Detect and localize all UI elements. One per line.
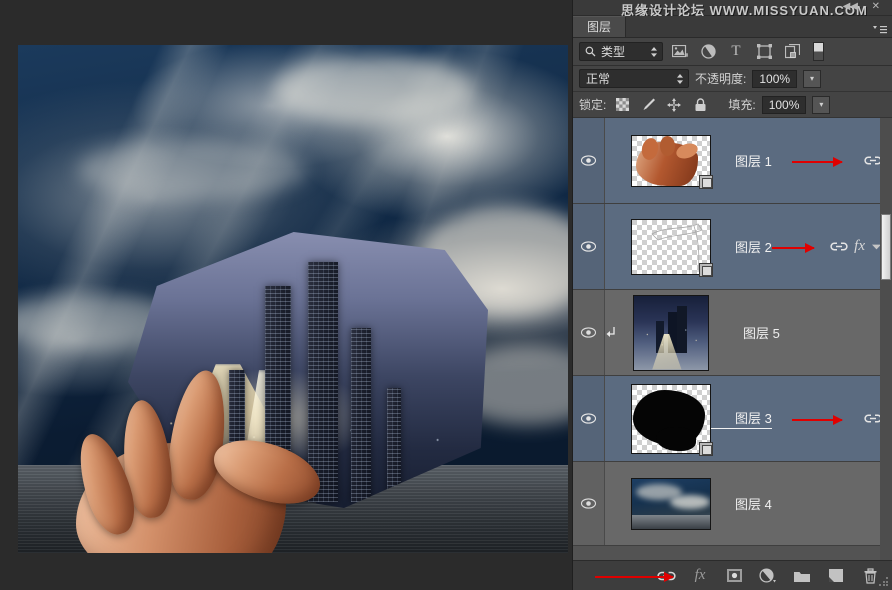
layer-row[interactable]: 图层 5: [573, 290, 892, 376]
fill-label: 填充:: [728, 98, 756, 112]
filter-pixel-icon[interactable]: [669, 42, 691, 62]
filter-adjustment-icon[interactable]: [697, 42, 719, 62]
annotation-arrow: [792, 414, 843, 425]
filter-enable-toggle[interactable]: [813, 42, 824, 61]
panel-titlebar[interactable]: 思缘设计论坛 WWW.MISSYUAN.COM ◀◀ ✕: [573, 0, 892, 18]
updown-stepper-icon[interactable]: [676, 73, 684, 85]
layer-thumbnail[interactable]: [631, 477, 711, 530]
lock-label: 锁定:: [579, 98, 607, 112]
smart-object-badge-icon: [699, 174, 713, 189]
lock-transparent-pixels-icon[interactable]: [612, 96, 632, 114]
layer-visibility-toggle[interactable]: [573, 118, 605, 203]
layers-panel[interactable]: 思缘设计论坛 WWW.MISSYUAN.COM ◀◀ ✕ 图层 类型 T 正常 …: [572, 0, 892, 590]
layer-filter-row[interactable]: 类型 T: [573, 38, 892, 66]
lock-image-pixels-icon[interactable]: [638, 96, 658, 114]
layer-effects-fx-icon[interactable]: fx: [854, 238, 865, 255]
lock-all-icon[interactable]: [690, 96, 710, 114]
layer-thumbnail-wrap[interactable]: [631, 383, 713, 456]
opacity-label: 不透明度:: [695, 72, 747, 86]
hand-foreground: [69, 348, 328, 553]
layer-list-scrollbar[interactable]: [880, 118, 892, 560]
fx-glyph: fx: [694, 567, 706, 583]
layer-thumbnail-wrap[interactable]: [631, 477, 711, 530]
delete-layer-button[interactable]: [860, 566, 880, 586]
opacity-input[interactable]: 100%: [752, 69, 798, 88]
new-layer-button[interactable]: [826, 566, 846, 586]
new-group-button[interactable]: [792, 566, 812, 586]
opacity-dropdown-arrow[interactable]: ▾: [803, 69, 822, 88]
panel-menu-icon[interactable]: [872, 25, 888, 35]
document-artboard[interactable]: [18, 45, 568, 553]
filter-smartobject-icon[interactable]: [781, 42, 803, 62]
smart-object-badge-icon: [699, 262, 713, 277]
blend-mode-row[interactable]: 正常 不透明度: 100% ▾: [573, 66, 892, 92]
layer-visibility-toggle[interactable]: [573, 290, 605, 375]
filter-type-glyph: T: [731, 43, 741, 59]
new-adjustment-layer-button[interactable]: [758, 566, 778, 586]
filter-kind-select[interactable]: 类型: [579, 42, 663, 61]
layer-row[interactable]: 图层 1: [573, 118, 892, 204]
updown-stepper-icon[interactable]: [650, 46, 658, 58]
layer-visibility-toggle[interactable]: [573, 204, 605, 289]
annotation-arrow: [595, 571, 674, 582]
lock-position-icon[interactable]: [664, 96, 684, 114]
layer-name[interactable]: 图层 5: [709, 323, 882, 342]
layer-list[interactable]: 图层 1 图层 2 fx 图层 5 图层 3 图层 4: [573, 118, 892, 560]
clipping-mask-arrow-icon: [605, 326, 627, 340]
panel-resize-grip[interactable]: [878, 576, 890, 588]
layer-name[interactable]: 图层 3: [711, 408, 772, 429]
add-layer-mask-button[interactable]: [724, 566, 744, 586]
layer-thumbnail-wrap[interactable]: [631, 134, 713, 189]
layer-thumbnail-wrap[interactable]: [633, 294, 709, 371]
layer-visibility-toggle[interactable]: [573, 376, 605, 461]
blend-mode-select[interactable]: 正常: [579, 69, 689, 88]
link-icon[interactable]: [830, 241, 848, 252]
layer-style-button[interactable]: fx: [690, 566, 710, 586]
tab-layers[interactable]: 图层: [573, 16, 627, 37]
fill-dropdown-arrow[interactable]: ▾: [812, 95, 831, 114]
filter-type-icon[interactable]: T: [725, 42, 747, 62]
layer-row[interactable]: 图层 4: [573, 462, 892, 546]
annotation-arrow: [772, 242, 815, 253]
fill-input[interactable]: 100%: [761, 95, 807, 114]
collapse-panel-icon[interactable]: ◀◀: [843, 1, 858, 12]
layer-thumbnail-wrap[interactable]: [631, 218, 713, 277]
layer-row[interactable]: 图层 2 fx: [573, 204, 892, 290]
annotation-arrow: [792, 156, 843, 167]
layers-panel-footer[interactable]: fx: [573, 560, 892, 590]
layer-visibility-toggle[interactable]: [573, 462, 605, 545]
smart-object-badge-icon: [699, 441, 713, 456]
layer-name[interactable]: 图层 4: [711, 494, 882, 513]
close-icon[interactable]: ✕: [872, 1, 880, 12]
layer-thumbnail[interactable]: [633, 294, 709, 371]
panel-tab-bar[interactable]: 图层: [573, 16, 892, 38]
filter-shape-icon[interactable]: [753, 42, 775, 62]
blend-mode-value: 正常: [586, 72, 611, 86]
search-icon: [585, 46, 596, 57]
lock-row[interactable]: 锁定: 填充: 100% ▾: [573, 92, 892, 118]
canvas-area[interactable]: [0, 0, 572, 590]
skyscraper: [351, 328, 372, 502]
layer-row[interactable]: 图层 3: [573, 376, 892, 462]
filter-kind-label: 类型: [601, 45, 626, 59]
scrollbar-thumb[interactable]: [881, 214, 891, 280]
